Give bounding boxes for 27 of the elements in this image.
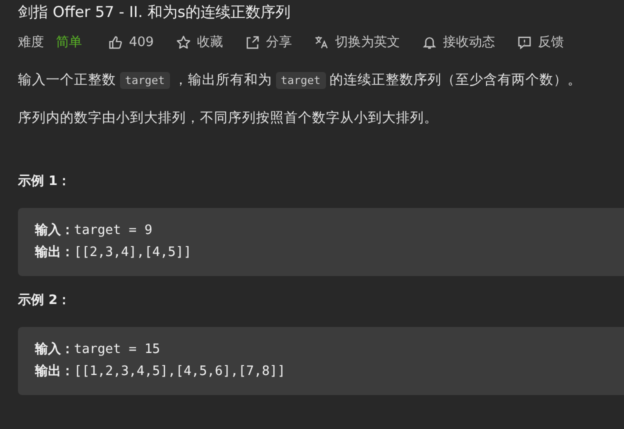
example-heading: 示例 1： [18, 173, 72, 191]
thumbs-up-icon [108, 34, 123, 50]
difficulty-label: 难度 [18, 34, 44, 51]
example-heading: 示例 2： [18, 292, 72, 310]
description-text: ，输出所有和为 [174, 72, 272, 88]
difficulty-value: 简单 [56, 34, 82, 51]
code-line: 输入：target = 9 [35, 222, 154, 240]
description-text: 输入一个正整数 [18, 72, 116, 88]
message-icon [516, 34, 532, 50]
action-button[interactable]: 409 [108, 34, 154, 50]
star-icon [176, 34, 191, 50]
inline-code: target [276, 72, 326, 89]
problem-title: 剑指 Offer 57 - II. 和为s的连续正数序列 [18, 2, 292, 23]
code-line: 输入：target = 15 [35, 340, 162, 359]
inline-code: target [120, 72, 170, 89]
share-icon [244, 34, 260, 50]
action-button[interactable]: 接收动态 [422, 33, 495, 51]
description-text: 的连续正整数序列（至少含有两个数）。 [330, 72, 582, 88]
description-text: 序列内的数字由小到大排列，不同序列按照首个数字从小到大排列。 [18, 110, 438, 126]
action-button[interactable]: 收藏 [176, 33, 223, 51]
code-line: 输出：[[2,3,4],[4,5]] [35, 244, 192, 262]
translate-icon [314, 34, 329, 50]
action-button[interactable]: 分享 [244, 33, 292, 51]
code-line: 输出：[[1,2,3,4,5],[4,5,6],[7,8]] [35, 363, 286, 381]
action-button[interactable]: 切换为英文 [314, 33, 400, 51]
bell-icon [422, 34, 437, 50]
action-button[interactable]: 反馈 [516, 33, 564, 51]
